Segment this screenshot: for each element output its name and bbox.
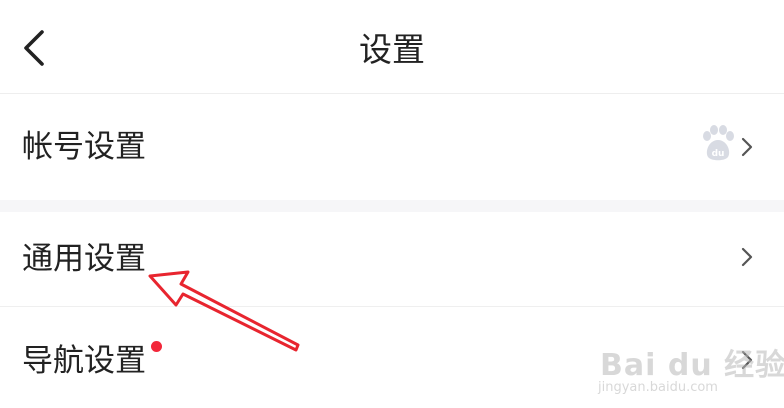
baidu-jingyan-watermark: Bai du 经验 jingyan.baidu.com: [592, 338, 784, 402]
settings-item-label: 导航设置: [22, 343, 146, 379]
watermark-url: jingyan.baidu.com: [598, 380, 718, 395]
baidu-paw-icon: du: [703, 125, 734, 161]
watermark-brand: Bai du 经验: [600, 348, 784, 383]
nav-header: 设置: [0, 0, 784, 94]
settings-item-label: 通用设置: [22, 241, 146, 277]
settings-item-account[interactable]: 帐号设置 du: [0, 94, 784, 200]
settings-screen: 设置 帐号设置 du 通用设置 导航设置 Bai du 经验 jingyan.b…: [0, 0, 784, 408]
chevron-right-icon: [741, 137, 753, 157]
settings-item-general[interactable]: 通用设置: [0, 212, 784, 306]
new-badge-dot: [151, 341, 162, 352]
chevron-right-icon: [741, 247, 753, 267]
page-title: 设置: [359, 30, 425, 69]
section-gap: [0, 200, 784, 212]
svg-text:du: du: [712, 149, 725, 159]
settings-item-label: 帐号设置: [22, 129, 146, 165]
